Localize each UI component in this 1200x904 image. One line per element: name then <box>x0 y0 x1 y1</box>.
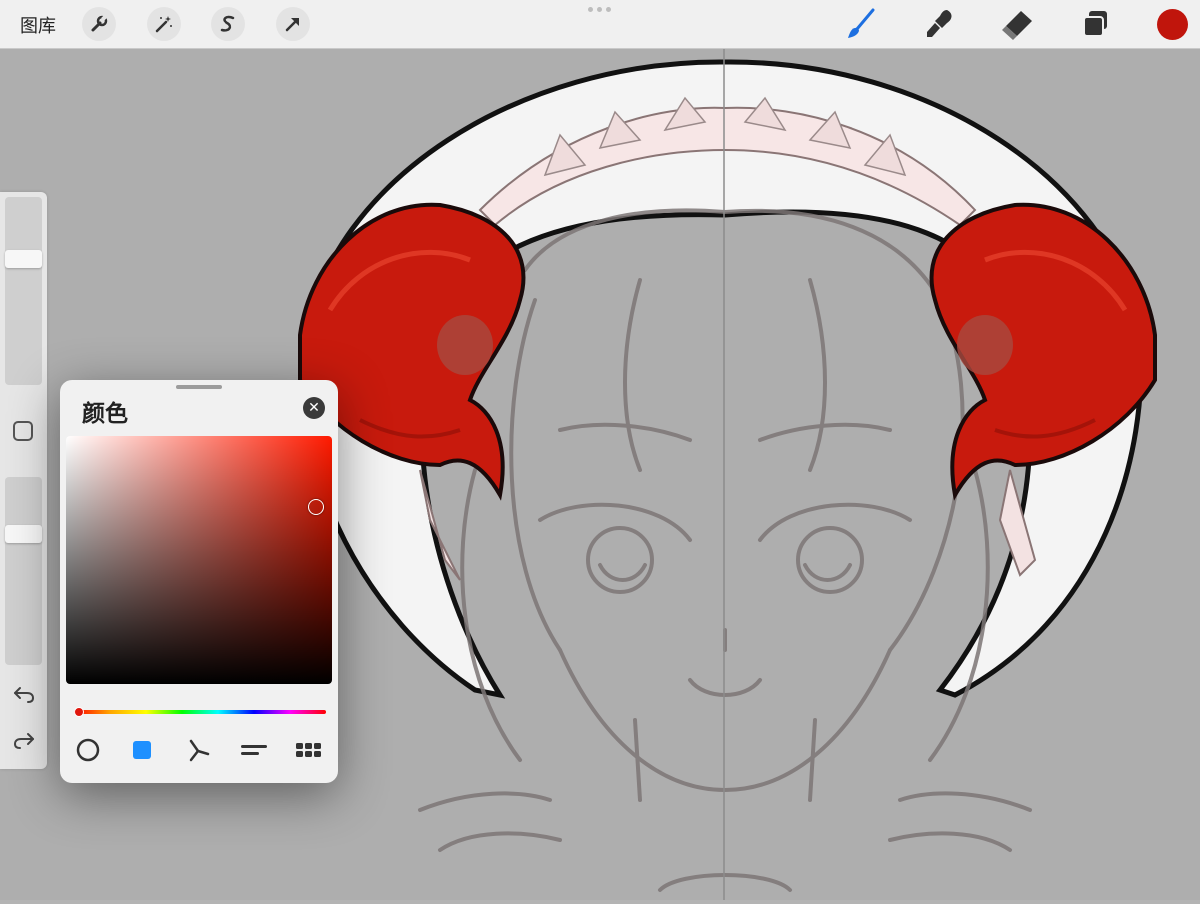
toolbar-grabber[interactable] <box>588 7 611 12</box>
value-mode-button[interactable] <box>237 735 271 765</box>
selection-button[interactable] <box>211 7 245 41</box>
magic-wand-icon <box>155 16 172 33</box>
close-icon[interactable]: ✕ <box>303 397 325 419</box>
eraser-icon <box>1002 11 1032 40</box>
color-picker-handle[interactable] <box>308 499 324 515</box>
layers-icon <box>1083 11 1107 37</box>
circle-outline-icon <box>76 738 100 762</box>
wrench-icon <box>91 15 108 32</box>
harmony-mode-button[interactable] <box>182 735 216 765</box>
color-panel: 颜色 ✕ <box>60 380 338 783</box>
brush-size-slider[interactable] <box>5 197 42 385</box>
current-color-button[interactable] <box>1157 9 1188 40</box>
undo-icon[interactable] <box>12 682 36 706</box>
left-sidebar <box>0 192 47 769</box>
sliders-icon <box>241 745 267 755</box>
opacity-slider[interactable] <box>5 477 42 665</box>
palettes-mode-button[interactable] <box>292 735 326 765</box>
redo-icon[interactable] <box>12 728 36 752</box>
brush-button[interactable] <box>843 6 879 42</box>
brush-icon <box>848 8 875 38</box>
filled-square-icon <box>133 741 151 759</box>
disc-mode-button[interactable] <box>71 735 105 765</box>
brush-size-thumb[interactable] <box>5 249 42 268</box>
smudge-button[interactable] <box>921 6 957 42</box>
gallery-button[interactable]: 图库 <box>20 12 56 38</box>
smudge-icon <box>927 10 952 37</box>
opacity-thumb[interactable] <box>5 524 42 543</box>
classic-mode-button[interactable] <box>125 735 159 765</box>
saturation-brightness-picker[interactable] <box>66 436 332 684</box>
panel-title: 颜色 <box>82 401 128 427</box>
panel-drag-handle[interactable] <box>176 385 222 389</box>
layers-button[interactable] <box>1078 6 1114 42</box>
selection-s-icon <box>220 15 235 32</box>
actions-button[interactable] <box>82 7 116 41</box>
modify-button[interactable] <box>13 421 33 441</box>
top-toolbar: 图库 <box>0 0 1200 49</box>
hue-slider-handle[interactable] <box>74 707 84 717</box>
hue-slider[interactable] <box>74 710 326 714</box>
eraser-button[interactable] <box>1000 6 1036 42</box>
adjustments-button[interactable] <box>147 7 181 41</box>
transform-button[interactable] <box>276 7 310 41</box>
harmony-icon <box>189 739 210 762</box>
arrow-cursor-icon <box>285 18 299 32</box>
grid-icon <box>296 743 321 757</box>
